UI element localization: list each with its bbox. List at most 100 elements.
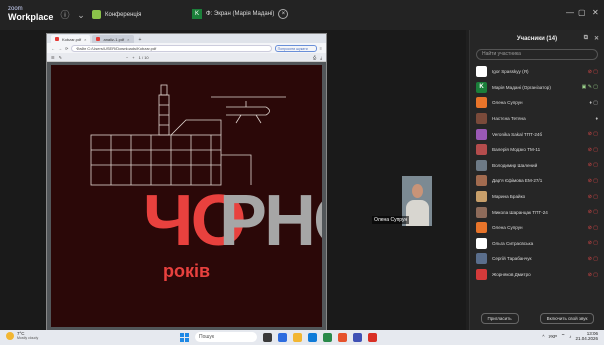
host-status-icons: ▣ ✎ ▢: [581, 84, 598, 91]
participant-avatar: [476, 159, 487, 171]
pdf-icon: [55, 37, 59, 41]
title-gray-text: РНО: [219, 181, 322, 261]
firefox-icon[interactable]: [338, 332, 347, 342]
print-icon[interactable]: ⎙: [313, 55, 316, 60]
mic-muted-icon: ⊘ ▢: [587, 131, 598, 138]
participant-name: Veronika Sakal ТПТ-24б: [492, 131, 543, 137]
minimize-button[interactable]: —: [566, 8, 574, 17]
volume-icon[interactable]: ♪: [569, 334, 571, 339]
self-video-name: Олена Супрун: [372, 216, 410, 224]
pdf-toolbar: ☰ ✎ − + 1 / 10 ⎙ ⤓: [47, 53, 326, 62]
participant-avatar: [476, 113, 487, 125]
participant-row[interactable]: Ольга Ситрасвська ⊘ ▢: [470, 236, 604, 252]
mic-on-icon: ♦: [595, 115, 598, 122]
close-button[interactable]: ✕: [592, 8, 599, 17]
popout-icon[interactable]: ⧉: [584, 35, 588, 42]
participant-avatar: [476, 144, 487, 156]
file-explorer-icon[interactable]: [293, 332, 302, 342]
participants-header: Учасники (14) ⧉ ✕: [470, 30, 604, 47]
close-share-icon[interactable]: ×: [278, 9, 289, 19]
mic-muted-icon: ⊘ ▢: [587, 209, 598, 216]
participant-row[interactable]: K Марія Мадані (Організатор) ▣ ✎ ▢: [470, 80, 604, 96]
participant-name: Валерія Модзко ТМ-11: [492, 147, 541, 153]
tab-label: Kobzar.pdf: [62, 36, 82, 42]
participant-row[interactable]: Veronika Sakal ТПТ-24б ⊘ ▢: [470, 126, 604, 142]
participant-row[interactable]: Олена Супрун ⊘ ▢: [470, 220, 604, 236]
participant-row[interactable]: Igor Spasskyy (Я) ⊘ ▢: [470, 64, 604, 80]
windows-taskbar: 7°C Mostly cloudy Пошук ^ УКР ⌔ ♪ 13:06 …: [0, 330, 604, 345]
participant-avatar: [476, 128, 487, 140]
participant-name: Дар'я Єфімова ЕМ-27/1: [492, 178, 543, 184]
invite-button[interactable]: Пригласить: [480, 313, 519, 324]
participant-name: Igor Spasskyy (Я): [492, 69, 529, 75]
screen-share-indicator[interactable]: K Ф: Экран (Марія Мадані) ×: [192, 9, 289, 19]
new-tab-icon[interactable]: +: [136, 37, 145, 43]
mic-muted-icon: ⊘ ▢: [587, 68, 598, 75]
zoom-out-icon[interactable]: −: [126, 55, 128, 60]
participant-row[interactable]: Володимир Шалений ⊘ ▢: [470, 158, 604, 174]
mic-muted-icon: ⊘ ▢: [587, 193, 598, 200]
participant-avatar: [476, 66, 487, 78]
browser-tab[interactable]: Kobzar.pdf ×: [51, 35, 91, 43]
participant-row[interactable]: Жорняков Дмитро ⊘ ▢: [470, 267, 604, 283]
weather-widget[interactable]: 7°C Mostly cloudy: [6, 331, 38, 341]
browser-tab[interactable]: analiz-1.pdf ×: [92, 35, 134, 43]
start-icon[interactable]: [180, 332, 189, 342]
mic-muted-icon: ⊘ ▢: [587, 255, 598, 262]
close-tab-icon[interactable]: ×: [84, 37, 86, 42]
pdf-icon: [96, 37, 101, 41]
participant-avatar: [476, 206, 487, 218]
participants-title: Учасники (14): [516, 35, 558, 42]
save-icon[interactable]: ⤓: [320, 55, 322, 60]
mic-muted-icon: ⊘ ▢: [587, 271, 598, 278]
share-label: Ф: Экран (Марія Мадані): [206, 11, 275, 17]
participant-row[interactable]: Валерія Модзко ТМ-11 ⊘ ▢: [470, 142, 604, 158]
page-indicator[interactable]: 1 / 10: [139, 55, 149, 60]
forward-icon[interactable]: →: [58, 46, 62, 51]
info-icon[interactable]: ⓘ: [60, 10, 70, 20]
taskbar-search[interactable]: Пошук: [195, 332, 257, 342]
close-tab-icon[interactable]: ×: [127, 37, 129, 42]
unmute-button[interactable]: Включить свой звук: [539, 313, 595, 324]
clock[interactable]: 13:06 21.04.2026: [575, 331, 598, 341]
participant-search-input[interactable]: Найти участника: [476, 49, 598, 60]
pdf-draw-icon[interactable]: ✎: [59, 55, 62, 60]
pdf-sidebar-icon[interactable]: ☰: [51, 55, 55, 60]
store-icon[interactable]: [323, 332, 332, 342]
chrome-icon[interactable]: [368, 332, 377, 342]
participant-row[interactable]: Настєна Тетяна ♦: [470, 111, 604, 127]
task-view-icon[interactable]: [263, 332, 272, 342]
wifi-icon[interactable]: ⌔: [561, 333, 565, 339]
language-indicator[interactable]: УКР: [549, 334, 557, 339]
participant-avatar: [476, 175, 487, 187]
zoom-in-icon[interactable]: +: [132, 55, 134, 60]
participant-row[interactable]: Сергій Тарабанчук ⊘ ▢: [470, 251, 604, 267]
participant-row[interactable]: Марина Брайко ⊘ ▢: [470, 189, 604, 205]
chevron-down-icon[interactable]: ⌄: [76, 10, 86, 20]
back-icon[interactable]: ←: [51, 46, 55, 51]
participant-avatar: K: [476, 81, 487, 93]
participants-footer: Пригласить Включить свой звук: [470, 313, 604, 324]
participant-name: Микола Шаранцак ТПТ-24: [492, 209, 548, 215]
edge-icon[interactable]: [308, 332, 317, 342]
menu-icon[interactable]: ≡: [320, 46, 322, 51]
participant-name: Марія Мадані (Організатор): [492, 84, 551, 90]
video-person-body: [406, 200, 429, 226]
tray-chevron-icon[interactable]: ^: [542, 334, 544, 339]
video-person-head: [412, 184, 423, 198]
address-bar[interactable]: Файл C:/Users/USER/Downloads/Kobzar.pdf: [71, 44, 272, 52]
conference-label: Конференція: [105, 11, 142, 18]
participant-avatar: [476, 237, 487, 249]
participant-row[interactable]: Микола Шаранцак ТПТ-24 ⊘ ▢: [470, 204, 604, 220]
weather-text: Mostly cloudy: [17, 336, 39, 340]
close-panel-icon[interactable]: ✕: [594, 35, 599, 42]
maximize-button[interactable]: ▢: [578, 8, 586, 17]
participant-row[interactable]: Дар'я Єфімова ЕМ-27/1 ⊘ ▢: [470, 173, 604, 189]
participant-row[interactable]: Олена Супрун ♦ ▢: [470, 95, 604, 111]
browser-search-box[interactable]: Попросити шукати: [274, 44, 317, 52]
reload-icon[interactable]: ⟳: [65, 46, 68, 51]
clock-date: 21.04.2026: [575, 336, 598, 341]
telegram-icon[interactable]: [353, 332, 362, 342]
zoom-app-icon[interactable]: [278, 332, 287, 342]
conference-tab[interactable]: Конференція: [92, 10, 141, 19]
